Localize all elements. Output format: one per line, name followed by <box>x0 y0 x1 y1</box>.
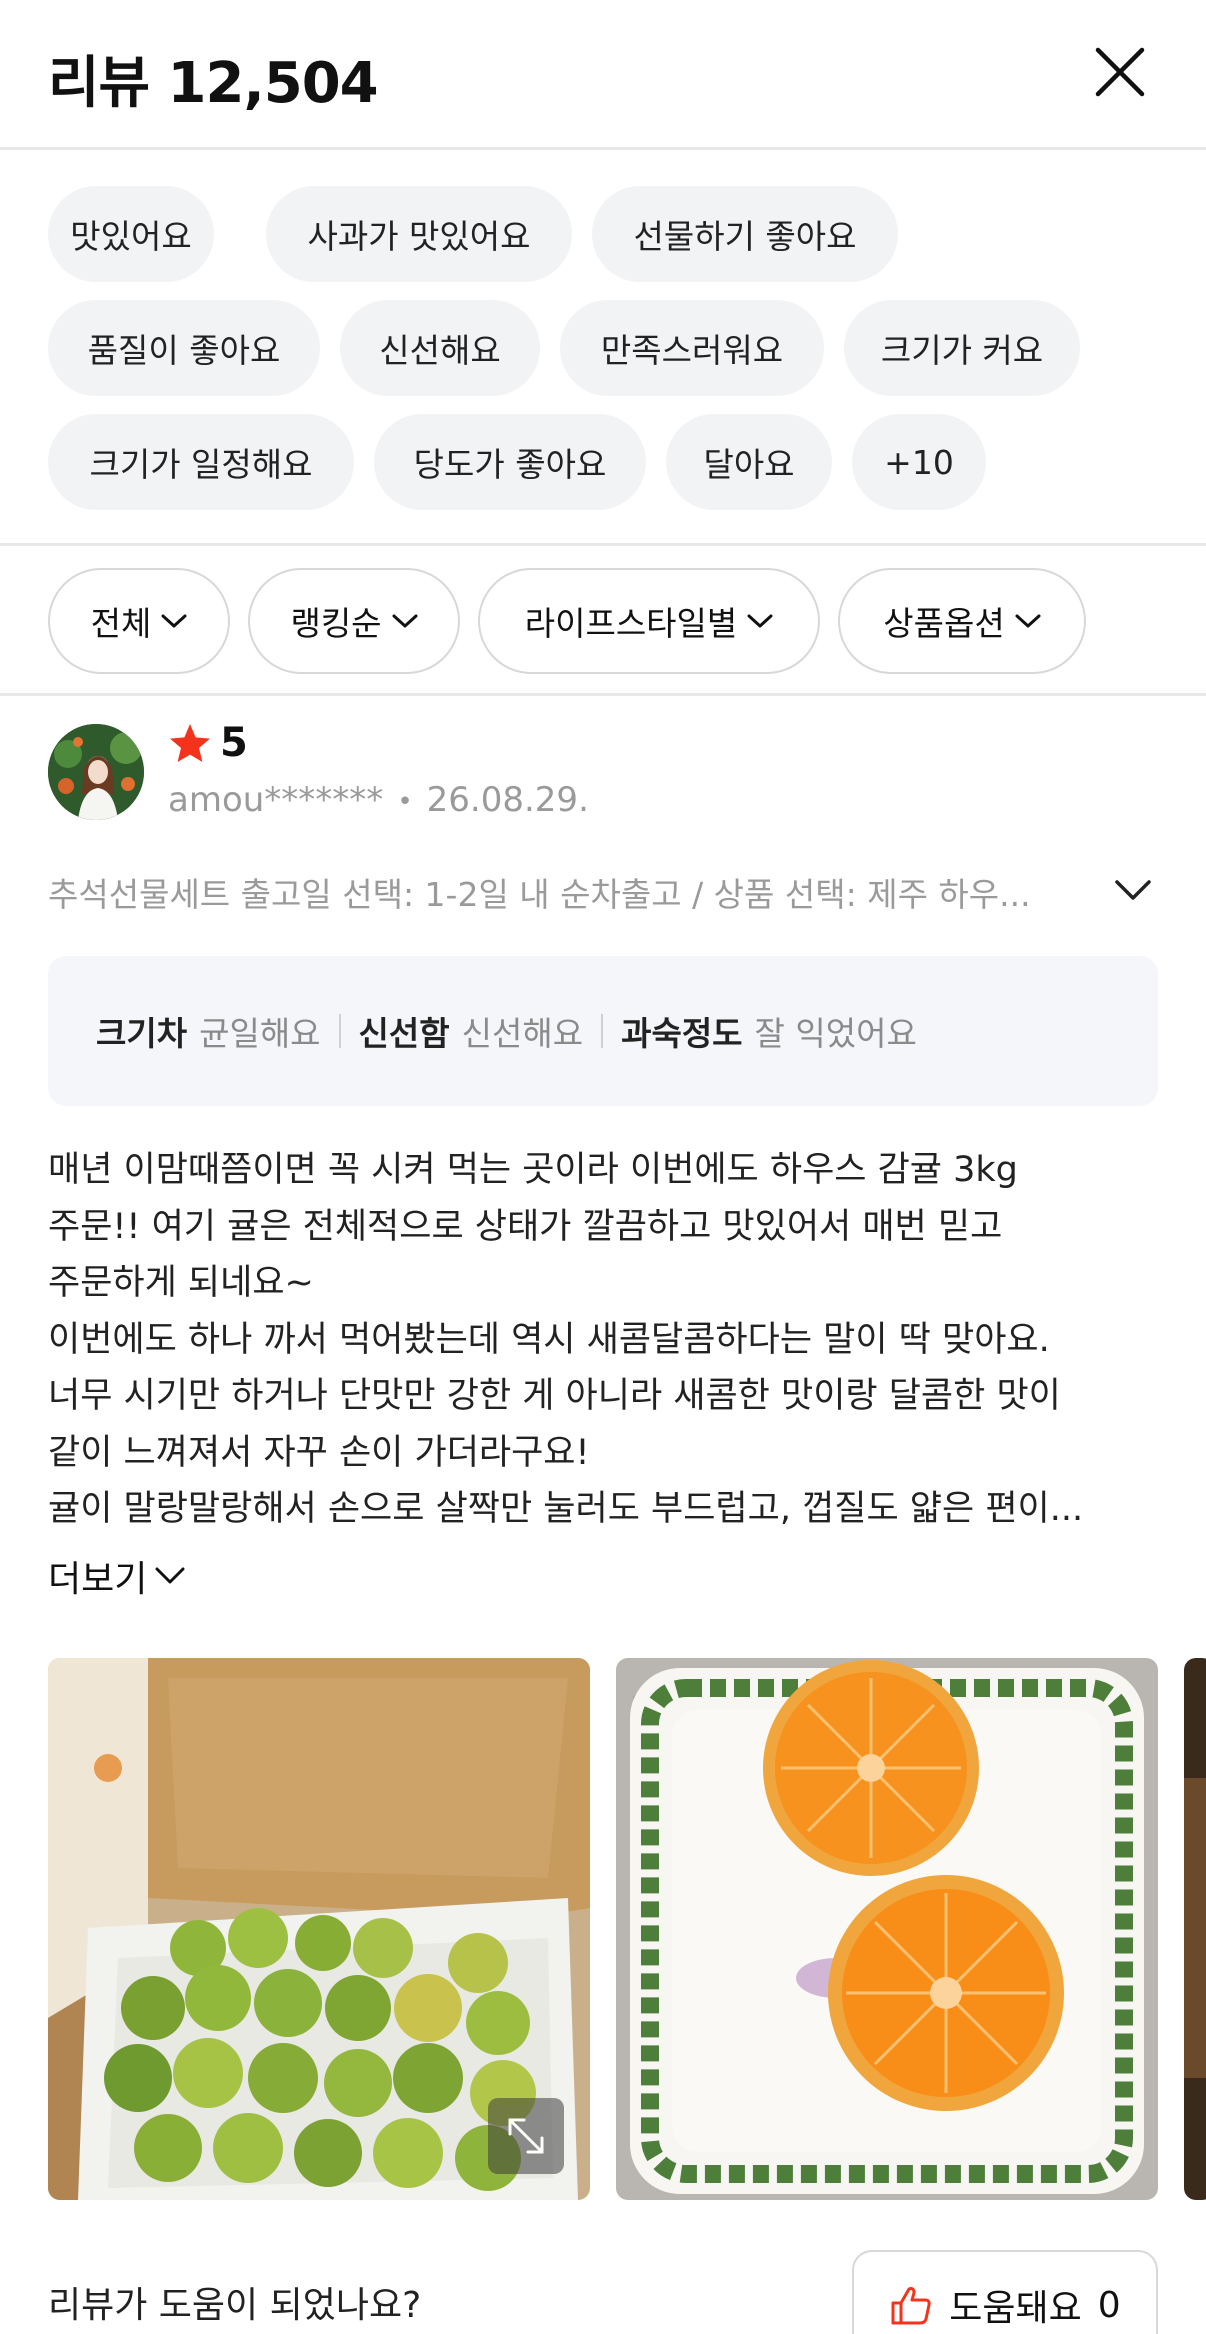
rating: 5 <box>168 720 248 766</box>
helpful-question: 리뷰가 도움이 되었나요? <box>48 2285 422 2326</box>
tag-chip[interactable]: 달아요 <box>666 414 832 510</box>
attribute-key: 신선함 <box>358 1014 450 1053</box>
thumbs-up-icon <box>891 2287 931 2325</box>
tag-chip[interactable]: 품질이 좋아요 <box>48 300 320 396</box>
filter-label: 랭킹순 <box>290 604 382 643</box>
helpful-count: 0 <box>1097 2284 1121 2326</box>
read-more-button[interactable]: 더보기 <box>48 1550 185 1602</box>
star-icon <box>170 724 210 762</box>
tag-chip[interactable]: 신선해요 <box>340 300 540 396</box>
tag-chip[interactable]: 크기가 일정해요 <box>48 414 354 510</box>
divider <box>601 1014 604 1048</box>
attribute-key: 크기차 <box>96 1014 188 1053</box>
attribute-value: 균일해요 <box>199 1014 321 1053</box>
halved-tangerine-plate-photo[interactable] <box>616 1658 1158 2200</box>
purchase-option: 추석선물세트 출고일 선택: 1-2일 내 순차출고 / 상품 선택: 제주 하… <box>48 875 1031 914</box>
chevron-down-icon <box>392 614 418 628</box>
tangerine-box-photo[interactable] <box>48 1658 590 2200</box>
chevron-down-icon <box>1115 880 1151 900</box>
review-line: 너무 시기만 하거나 단맛만 강한 게 아니라 새콤한 맛이랑 달콤한 맛이 <box>48 1376 1061 1416</box>
filter-all-dropdown[interactable]: 전체 <box>48 568 230 674</box>
filter-label: 상품옵션 <box>883 604 1005 643</box>
review-attributes: 크기차 균일해요 신선함 신선해요 과숙정도 잘 익었어요 <box>48 956 1158 1106</box>
tag-chip[interactable]: 맛있어요 <box>48 186 214 282</box>
attribute-value: 잘 익었어요 <box>754 1014 917 1053</box>
filter-sort-dropdown[interactable]: 랭킹순 <box>248 568 460 674</box>
tag-chip[interactable]: 크기가 커요 <box>844 300 1080 396</box>
review-line: 이번에도 하나 까서 먹어봤는데 역시 새콤달콤하다는 말이 딱 맞아요. <box>48 1319 1050 1360</box>
review-body: 매년 이맘때쯤이면 꼭 시켜 먹는 곳이라 이번에도 하우스 감귤 3kg 주문… <box>48 1142 1168 1538</box>
helpful-label: 도움돼요 <box>949 2288 1082 2329</box>
attribute-value: 신선해요 <box>461 1014 584 1053</box>
filter-label: 전체 <box>90 604 152 643</box>
avatar[interactable] <box>48 724 144 820</box>
avatar-image <box>48 724 144 820</box>
page-title: 리뷰 12,504 <box>48 51 379 116</box>
third-photo[interactable] <box>1184 1658 1206 2200</box>
chevron-down-icon <box>1015 614 1041 628</box>
read-more-label: 더보기 <box>48 1559 148 1600</box>
review-line: 귤이 말랑말랑해서 손으로 살짝만 눌러도 부드럽고, 껍질도 얇은 편이... <box>48 1489 1084 1529</box>
tag-chip[interactable]: 만족스러워요 <box>560 300 824 396</box>
close-icon <box>1095 47 1145 97</box>
tag-chip[interactable]: 선물하기 좋아요 <box>592 186 898 282</box>
more-tags-chip[interactable]: +10 <box>852 414 986 510</box>
tag-chip[interactable]: 당도가 좋아요 <box>374 414 646 510</box>
filter-bar: 전체 랭킹순 라이프스타일별 상품옵션 <box>0 546 1206 696</box>
review-line: 주문!! 여기 귤은 전체적으로 상태가 깔끔하고 맛있어서 매번 믿고 <box>48 1206 1003 1247</box>
review-date: 26.08.29. <box>426 780 589 820</box>
filter-label: 라이프스타일별 <box>524 604 738 643</box>
reviewer-name: amou******* <box>168 780 384 820</box>
filter-option-dropdown[interactable]: 상품옵션 <box>838 568 1086 674</box>
tag-chip[interactable]: 사과가 맛있어요 <box>266 186 572 282</box>
divider <box>338 1014 341 1048</box>
review-line: 같이 느껴져서 자꾸 손이 가더라구요! <box>48 1432 590 1473</box>
chevron-down-icon <box>161 614 187 628</box>
helpful-button[interactable]: 도움돼요 0 <box>852 2250 1158 2334</box>
rating-value: 5 <box>220 720 248 766</box>
separator-dot: • <box>397 786 413 817</box>
attribute-key: 과숙정도 <box>621 1014 743 1053</box>
option-expand-button[interactable] <box>1114 878 1152 902</box>
chevron-down-icon <box>747 614 773 628</box>
review-line: 주문하게 되네요~ <box>48 1263 314 1303</box>
chevron-down-icon <box>155 1567 185 1584</box>
review-meta: amou******* • 26.08.29. <box>168 780 589 820</box>
review-line: 매년 이맘때쯤이면 꼭 시켜 먹는 곳이라 이번에도 하우스 감귤 3kg <box>48 1150 1018 1190</box>
close-button[interactable] <box>1092 44 1148 100</box>
review-header: 리뷰 12,504 <box>0 0 1206 150</box>
filter-lifestyle-dropdown[interactable]: 라이프스타일별 <box>478 568 820 674</box>
